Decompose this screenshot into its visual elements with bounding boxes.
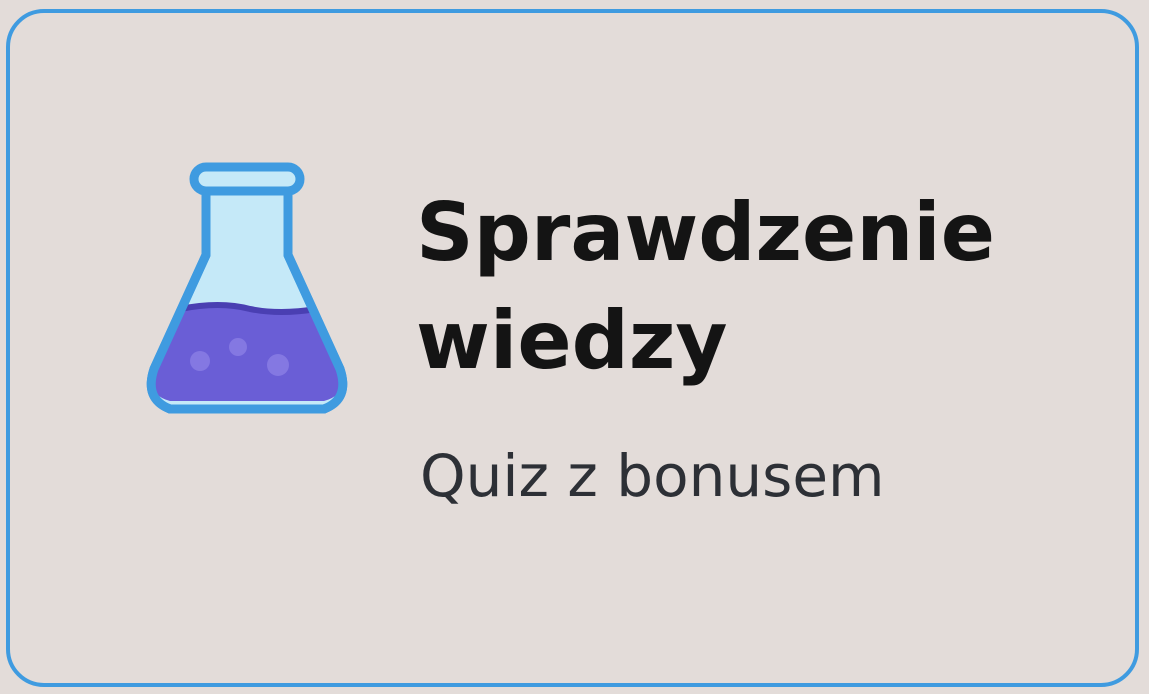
card-title: Sprawdzenie wiedzy (416, 179, 1116, 395)
flask-icon (146, 162, 348, 414)
quiz-card[interactable]: Sprawdzenie wiedzy Quiz z bonusem (6, 9, 1139, 687)
card-subtitle: Quiz z bonusem (420, 442, 885, 510)
card-title-line2: wiedzy (416, 294, 728, 387)
card-title-line1: Sprawdzenie (416, 186, 995, 279)
